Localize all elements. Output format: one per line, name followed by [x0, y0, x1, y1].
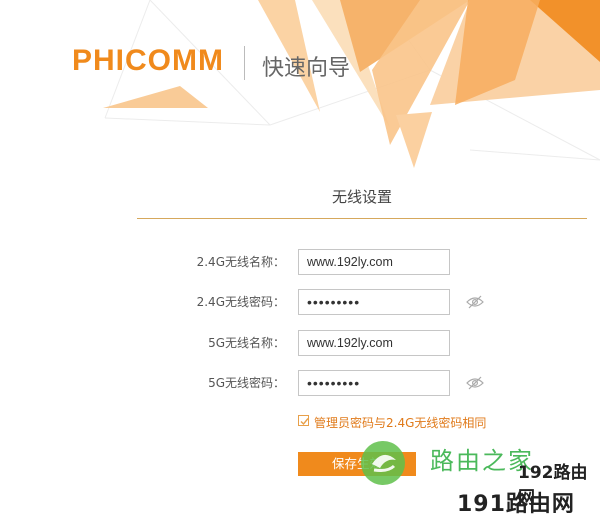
field-label: 5G无线名称： [208, 336, 285, 350]
ssid-24g-input[interactable] [298, 249, 450, 275]
form-row-24g-ssid: 2.4G无线名称： [0, 249, 600, 275]
check-icon [300, 418, 309, 426]
form-row-5g-ssid: 5G无线名称： [0, 330, 600, 356]
form-row-5g-password: 5G无线密码： [0, 370, 600, 396]
password-24g-input[interactable] [298, 289, 450, 315]
same-password-label: 管理员密码与2.4G无线密码相同 [314, 416, 487, 430]
eye-slash-icon[interactable] [466, 376, 484, 390]
header-divider [244, 46, 245, 80]
section-divider [137, 218, 587, 219]
page-header: PHICOMM 快速向导 [0, 0, 600, 150]
field-label: 2.4G无线名称： [196, 255, 285, 269]
form-row-24g-password: 2.4G无线密码： [0, 289, 600, 315]
eye-slash-icon[interactable] [466, 295, 484, 309]
same-password-checkbox[interactable] [298, 415, 309, 426]
watermark-191-site: 191路由网 [457, 492, 575, 517]
ssid-5g-input[interactable] [298, 330, 450, 356]
watermark-logo-icon [361, 441, 405, 485]
page-title: 快速向导 [262, 56, 351, 81]
section-title: 无线设置 [331, 188, 392, 206]
phicomm-logo: PHICOMM [72, 44, 224, 77]
password-5g-input[interactable] [298, 370, 450, 396]
field-label: 5G无线密码： [208, 376, 285, 390]
field-label: 2.4G无线密码： [196, 295, 285, 309]
